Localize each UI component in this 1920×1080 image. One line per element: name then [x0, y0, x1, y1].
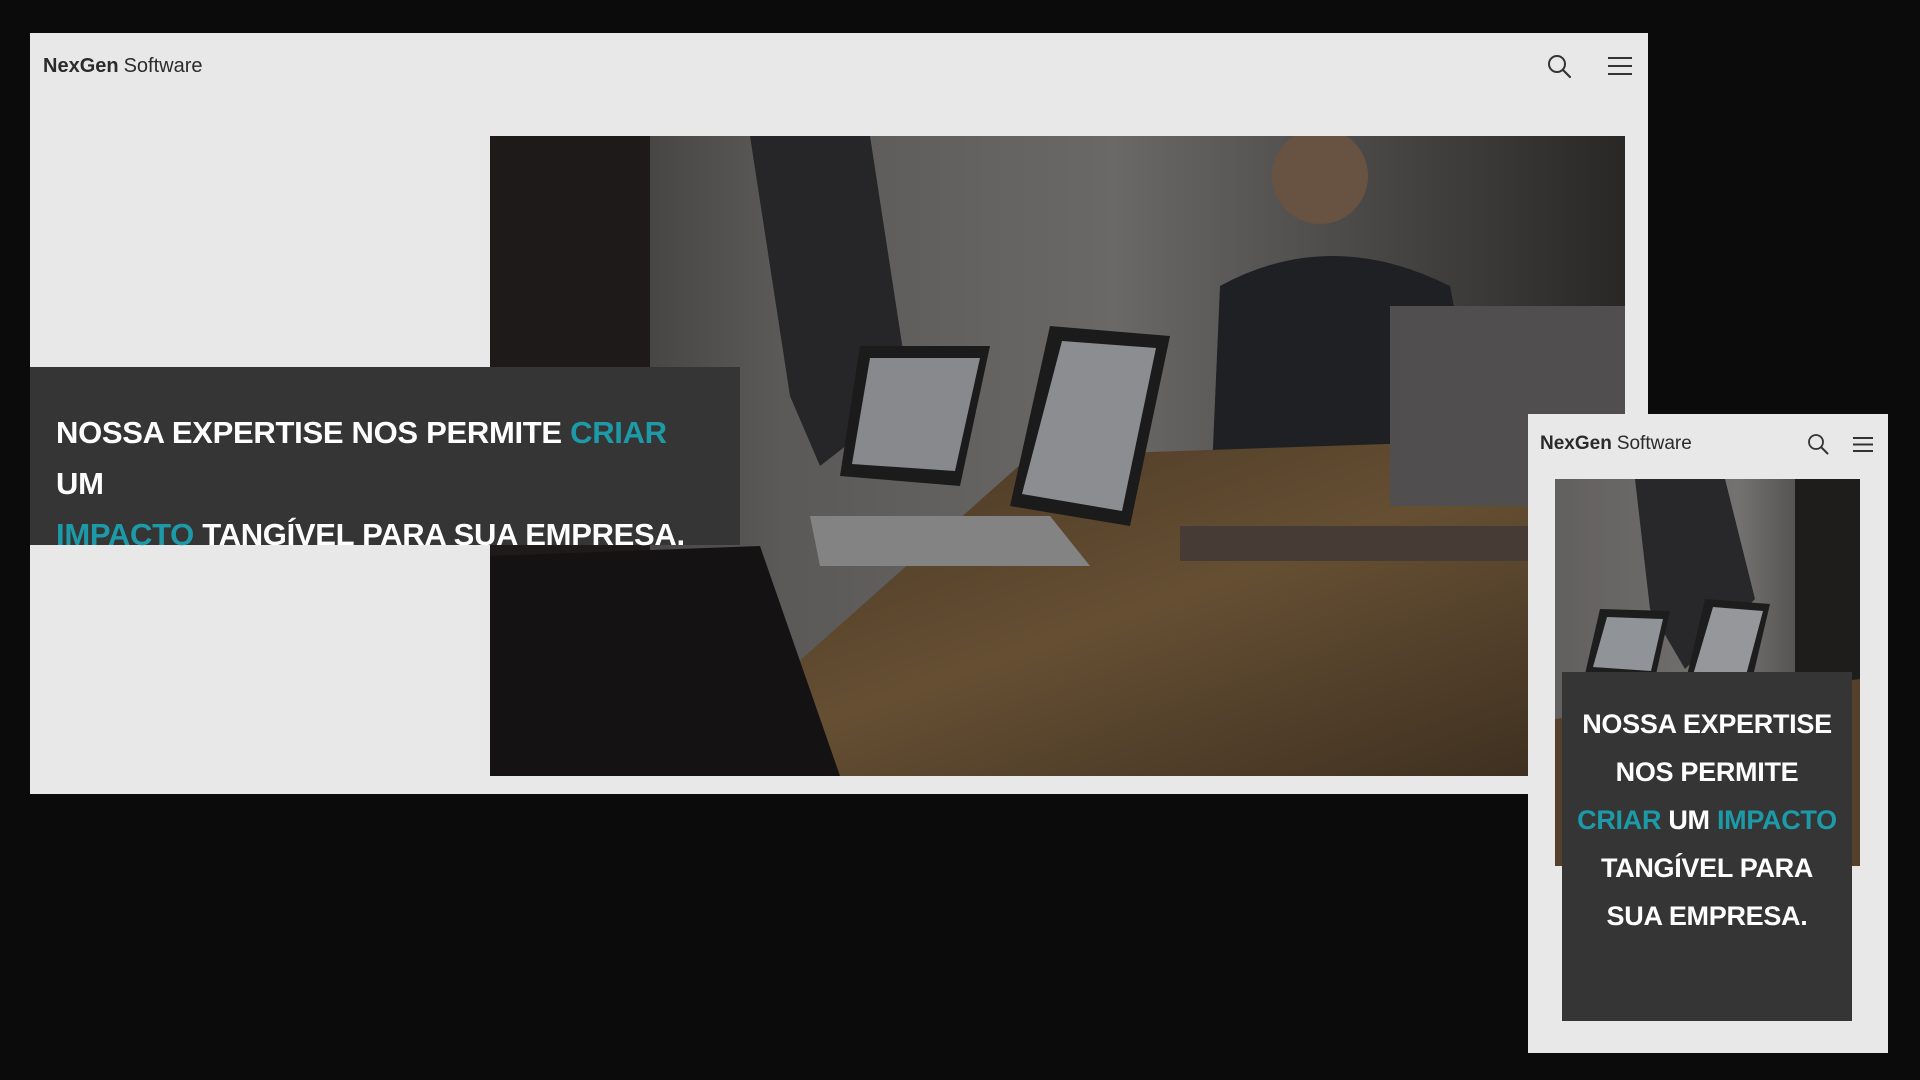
- headline-part3: TANGÍVEL PARA SUA EMPRESA.: [1600, 853, 1814, 931]
- brand-name-light: Software: [1616, 433, 1692, 454]
- brand-name-strong: NexGen: [43, 54, 119, 77]
- headline-accent-criar: CRIAR: [1577, 805, 1662, 835]
- headline-part1: NOSSA EXPERTISE NOS PERMITE: [56, 415, 571, 450]
- headline-part1: NOSSA EXPERTISE NOS PERMITE: [1582, 709, 1832, 787]
- mobile-navbar: NexGen Software: [1528, 414, 1888, 474]
- brand-name-light: Software: [123, 54, 203, 77]
- brand-logo[interactable]: NexGen Software: [43, 55, 203, 78]
- search-icon[interactable]: [1807, 433, 1829, 455]
- brand-logo[interactable]: NexGen Software: [1540, 433, 1692, 455]
- headline-part3: TANGÍVEL PARA SUA EMPRESA.: [193, 517, 685, 552]
- hamburger-menu-icon[interactable]: [1853, 436, 1873, 453]
- headline-accent-impacto: IMPACTO: [56, 517, 194, 552]
- hero-headline: NOSSA EXPERTISE NOS PERMITE CRIAR UM IMP…: [1576, 700, 1838, 940]
- hero-headline-box: NOSSA EXPERTISE NOS PERMITE CRIAR UM IMP…: [1562, 672, 1852, 1021]
- search-icon[interactable]: [1546, 53, 1572, 79]
- desktop-mockup: NexGen Software NOSSA EXPERTISE NOS PERM…: [30, 33, 1648, 794]
- headline-part2: UM: [56, 466, 104, 501]
- mockup-stage: NexGen Software NOSSA EXPERTISE NOS PERM…: [0, 0, 1920, 1080]
- desktop-navbar: NexGen Software: [30, 33, 1648, 99]
- headline-accent-impacto: IMPACTO: [1716, 805, 1837, 835]
- hero-headline-box: NOSSA EXPERTISE NOS PERMITE CRIAR UM IMP…: [30, 367, 740, 552]
- hero-headline: NOSSA EXPERTISE NOS PERMITE CRIAR UM IMP…: [56, 407, 714, 560]
- brand-name-strong: NexGen: [1540, 433, 1612, 454]
- hamburger-menu-icon[interactable]: [1608, 56, 1632, 76]
- headline-accent-criar: CRIAR: [570, 415, 667, 450]
- mobile-mockup: NexGen Software NOSSA EXPERTISE NOS PERM…: [1528, 414, 1888, 1053]
- headline-part2: UM: [1661, 805, 1717, 835]
